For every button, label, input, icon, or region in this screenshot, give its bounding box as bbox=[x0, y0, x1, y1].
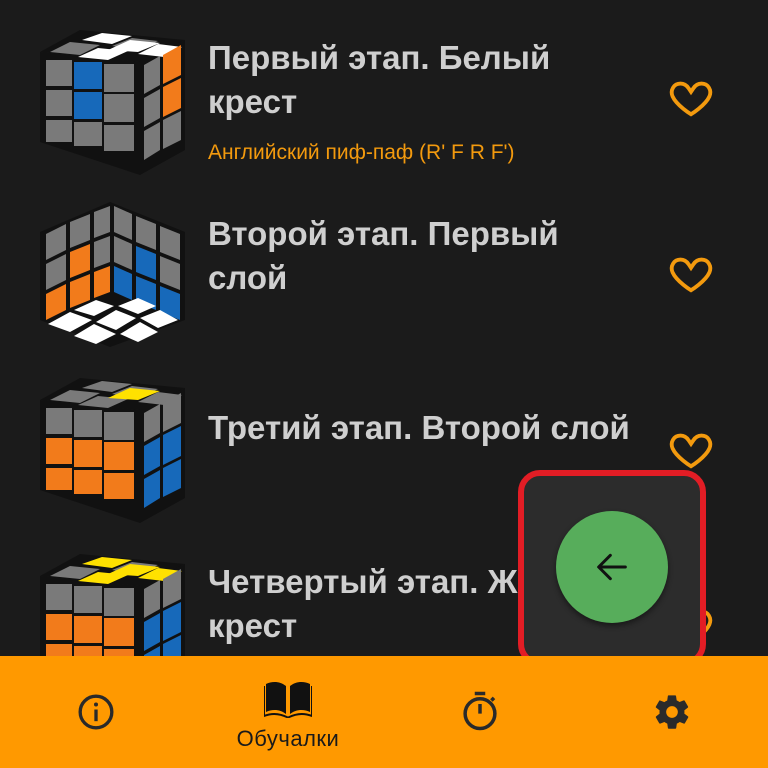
heart-outline-icon[interactable] bbox=[668, 250, 714, 296]
nav-timer-button[interactable] bbox=[384, 656, 576, 768]
arrow-left-icon bbox=[597, 553, 627, 581]
stage-title-line-1: Четвертый этап. Жел bbox=[208, 563, 557, 600]
list-item-stage-2[interactable]: Второй этап. Первый слой bbox=[0, 180, 768, 360]
cube-second-layer-image bbox=[40, 378, 185, 523]
stage-title: Третий этап. Второй слой bbox=[208, 409, 630, 446]
stage-title: Второй этап. Первый слой bbox=[208, 212, 628, 300]
stage-title-line-2: крест bbox=[208, 607, 298, 644]
cube-first-layer-image bbox=[40, 202, 185, 347]
heart-outline-icon[interactable] bbox=[668, 74, 714, 120]
back-fab-button[interactable] bbox=[556, 511, 668, 623]
stage-title-line-2: крест bbox=[208, 83, 298, 120]
stopwatch-icon bbox=[463, 691, 497, 731]
info-icon bbox=[78, 694, 114, 730]
list-item-stage-1[interactable]: Первый этап. Белый крест Английский пиф-… bbox=[0, 0, 768, 180]
cube-white-cross-image bbox=[40, 30, 185, 175]
stage-title-line-1: Второй этап. Первый bbox=[208, 215, 559, 252]
nav-info-button[interactable] bbox=[0, 656, 192, 768]
nav-tutorials-label: Обучалки bbox=[236, 726, 340, 751]
stage-title: Первый этап. Белый крест bbox=[208, 36, 628, 124]
bottom-navigation: Обучалки bbox=[0, 656, 768, 768]
nav-settings-button[interactable] bbox=[576, 656, 768, 768]
nav-tutorials-button[interactable]: Обучалки bbox=[192, 656, 384, 768]
stage-title-line-1: Первый этап. Белый bbox=[208, 39, 551, 76]
gear-icon bbox=[655, 695, 689, 729]
heart-outline-icon[interactable] bbox=[668, 426, 714, 472]
cube-yellow-cross-image bbox=[40, 554, 185, 656]
stage-subtitle: Английский пиф-паф (R' F R F') bbox=[208, 141, 515, 164]
book-icon bbox=[264, 681, 312, 718]
stage-title-line-2: слой bbox=[208, 259, 288, 296]
